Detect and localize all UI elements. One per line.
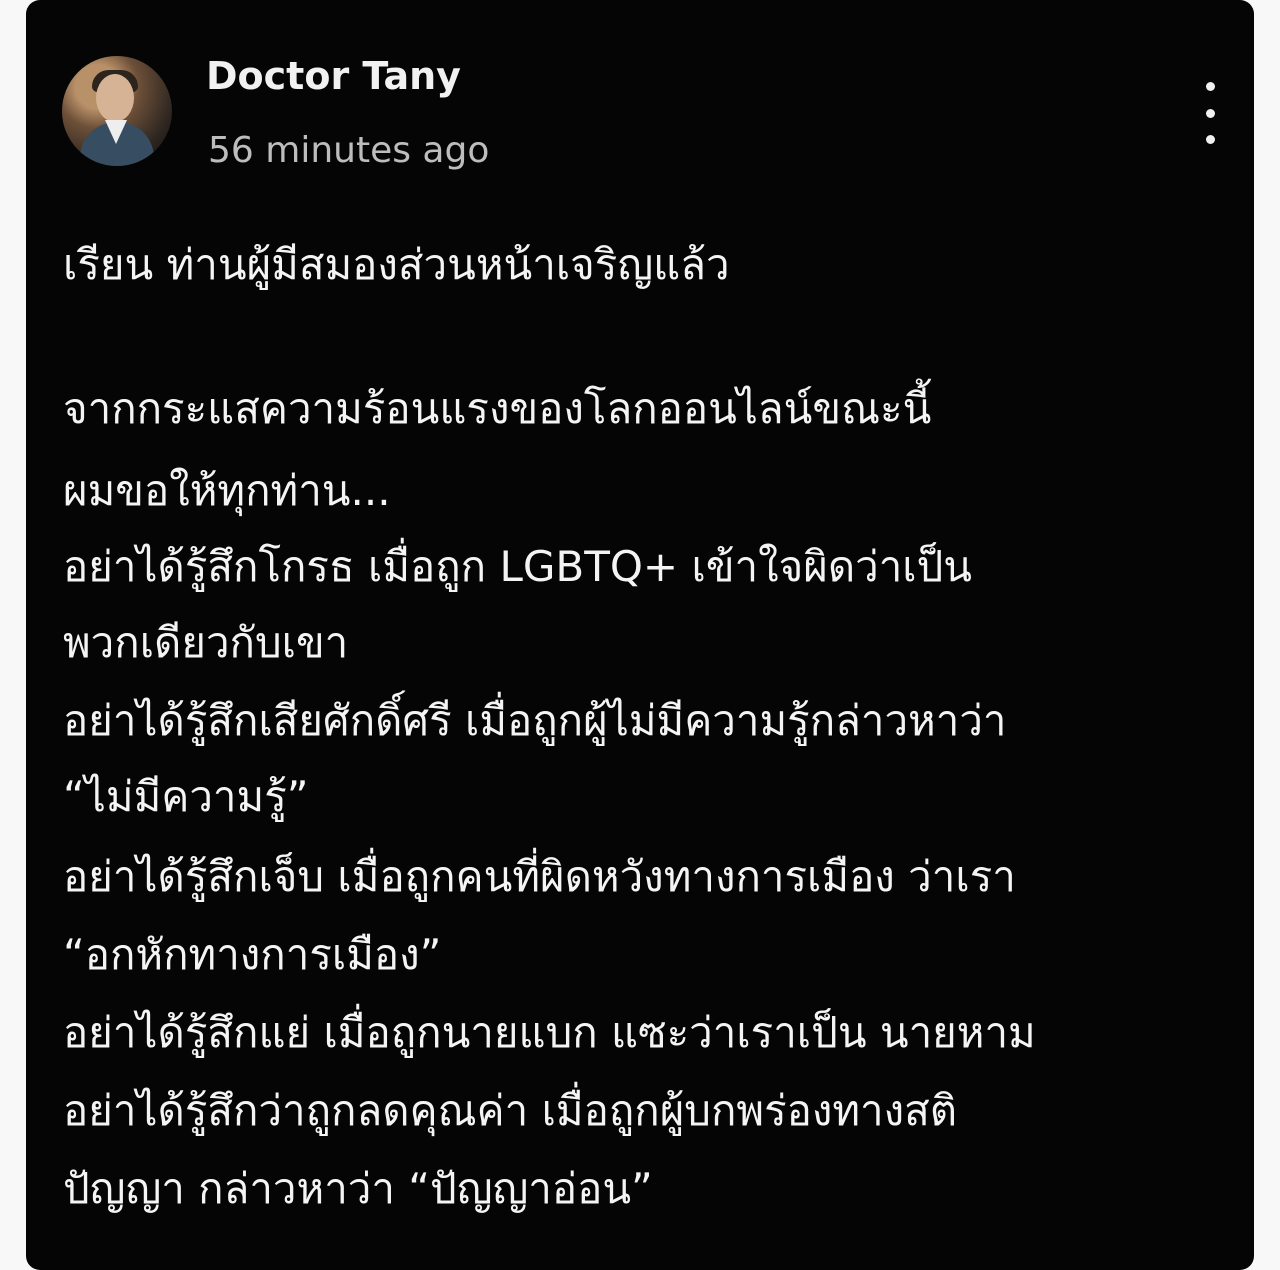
more-options-dot [1205,135,1215,144]
post-line: “อกหักทางการเมือง” [63,930,442,979]
post-line: “ไม่มีความรู้” [63,772,309,821]
post-line: จากกระแสความร้อนแรงของโลกออนไลน์ขณะนี้ [63,384,932,433]
post-line: อย่าได้รู้สึกแย่ เมื่อถูกนายแบก แซะว่าเร… [63,1008,1036,1057]
post-line: อย่าได้รู้สึกว่าถูกลดคุณค่า เมื่อถูกผู้บ… [63,1086,958,1135]
post-line: ปัญญา กล่าวหาว่า “ปัญญาอ่อน” [63,1164,653,1213]
post-card: Doctor Tany 56 minutes ago เรียน ท่านผู้… [26,0,1254,1270]
more-options-icon[interactable] [1190,82,1230,144]
post-line-greeting: เรียน ท่านผู้มีสมองส่วนหน้าเจริญแล้ว [63,240,730,289]
post-timestamp: 56 minutes ago [208,130,490,171]
post-line: อย่าได้รู้สึกเจ็บ เมื่อถูกคนที่ผิดหวังทา… [63,852,1016,901]
more-options-dot [1205,82,1215,91]
post-line: พวกเดียวกับเขา [63,618,349,667]
avatar-face [96,74,134,122]
author-avatar[interactable] [62,56,172,166]
post-line: อย่าได้รู้สึกเสียศักดิ์ศรี เมื่อถูกผู้ไม… [63,696,1007,745]
post-header: Doctor Tany 56 minutes ago [26,0,1254,190]
post-line: ผมขอให้ทุกท่าน... [63,466,391,515]
post-line: อย่าได้รู้สึกโกรธ เมื่อถูก LGBTQ+ เข้าใจ… [63,542,973,591]
more-options-dot [1205,108,1215,118]
author-name[interactable]: Doctor Tany [206,52,461,100]
